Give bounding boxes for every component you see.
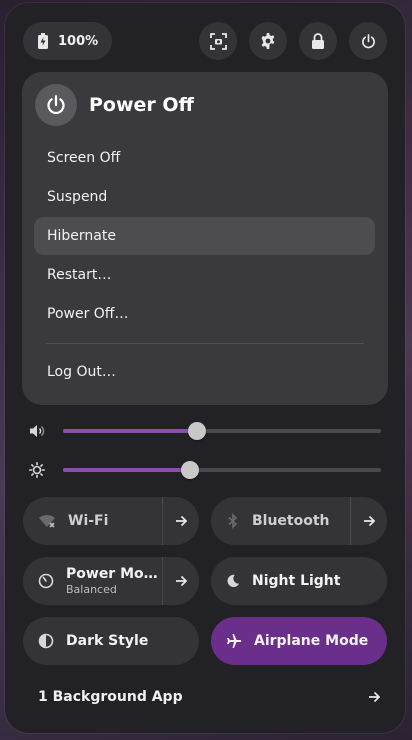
wifi-off-icon xyxy=(39,514,55,528)
airplane-mode-toggle[interactable]: Airplane Mode xyxy=(211,617,387,665)
airplane-icon xyxy=(227,634,242,648)
power-off-menu-title: Power Off xyxy=(89,94,194,116)
power-mode-menu-arrow[interactable] xyxy=(162,557,199,605)
volume-slider-fill xyxy=(63,429,197,433)
bluetooth-menu-arrow[interactable] xyxy=(350,497,387,545)
dark-style-toggle[interactable]: Dark Style xyxy=(23,617,199,665)
battery-percentage: 100% xyxy=(58,33,99,49)
background-apps-label: 1 Background App xyxy=(38,689,183,705)
power-mode-toggle-main[interactable]: Power Mo… Balanced xyxy=(23,557,162,605)
brightness-slider[interactable] xyxy=(63,461,381,479)
power-mode-gauge-icon xyxy=(38,573,54,589)
power-button[interactable] xyxy=(349,22,387,60)
power-mode-subtitle: Balanced xyxy=(66,583,117,596)
battery-icon xyxy=(38,33,48,49)
brightness-slider-handle[interactable] xyxy=(181,461,200,479)
arrow-right-icon xyxy=(176,575,187,587)
menu-separator xyxy=(46,343,364,344)
wifi-toggle-main[interactable]: Wi-Fi xyxy=(23,497,162,545)
bluetooth-toggle[interactable]: Bluetooth xyxy=(211,497,387,545)
menu-item-hibernate[interactable]: Hibernate xyxy=(34,217,375,255)
power-mode-label: Power Mo… xyxy=(66,566,158,582)
volume-slider[interactable] xyxy=(63,422,381,440)
power-off-menu-icon xyxy=(35,84,77,126)
dark-style-icon xyxy=(38,633,54,649)
menu-item-label: Power Off… xyxy=(47,306,129,322)
power-icon xyxy=(47,95,65,115)
bluetooth-label: Bluetooth xyxy=(252,513,330,529)
power-mode-toggle[interactable]: Power Mo… Balanced xyxy=(23,557,199,605)
airplane-mode-toggle-main[interactable]: Airplane Mode xyxy=(211,617,387,665)
screenshot-icon xyxy=(209,32,227,50)
power-mode-text: Power Mo… Balanced xyxy=(66,566,158,596)
dark-style-label: Dark Style xyxy=(66,633,149,649)
night-light-toggle-main[interactable]: Night Light xyxy=(211,557,387,605)
menu-item-label: Restart… xyxy=(47,267,112,283)
night-light-toggle[interactable]: Night Light xyxy=(211,557,387,605)
menu-item-log-out[interactable]: Log Out… xyxy=(34,353,375,391)
menu-item-screen-off[interactable]: Screen Off xyxy=(34,139,375,177)
wifi-toggle[interactable]: Wi-Fi xyxy=(23,497,199,545)
arrow-right-icon xyxy=(176,515,187,527)
quick-settings-panel: 100% Power Off Screen Off Suspend Hibern… xyxy=(5,3,405,733)
menu-item-restart[interactable]: Restart… xyxy=(34,256,375,294)
bluetooth-toggle-main[interactable]: Bluetooth xyxy=(211,497,350,545)
arrow-right-icon xyxy=(364,515,375,527)
bluetooth-off-icon xyxy=(228,513,238,529)
lock-icon xyxy=(312,33,324,49)
power-off-menu-header: Power Off xyxy=(35,84,194,126)
screenshot-button[interactable] xyxy=(199,22,237,60)
power-off-menu: Power Off Screen Off Suspend Hibernate R… xyxy=(22,72,388,405)
wifi-label: Wi-Fi xyxy=(68,513,109,529)
dark-style-toggle-main[interactable]: Dark Style xyxy=(23,617,199,665)
volume-slider-handle[interactable] xyxy=(187,422,206,440)
menu-item-power-off[interactable]: Power Off… xyxy=(34,295,375,333)
wifi-menu-arrow[interactable] xyxy=(162,497,199,545)
battery-indicator[interactable]: 100% xyxy=(23,22,112,60)
lock-button[interactable] xyxy=(299,22,337,60)
moon-icon xyxy=(227,574,240,588)
brightness-icon xyxy=(29,462,45,478)
menu-item-label: Screen Off xyxy=(47,150,121,166)
settings-button[interactable] xyxy=(249,22,287,60)
night-light-label: Night Light xyxy=(252,573,341,589)
arrow-right-icon xyxy=(369,691,380,703)
settings-icon xyxy=(261,33,275,49)
menu-item-label: Log Out… xyxy=(47,364,116,380)
speaker-icon[interactable] xyxy=(29,423,45,439)
menu-item-suspend[interactable]: Suspend xyxy=(34,178,375,216)
background-apps-row[interactable]: 1 Background App xyxy=(38,677,380,717)
power-icon xyxy=(361,33,375,48)
airplane-mode-label: Airplane Mode xyxy=(254,633,369,649)
menu-item-label: Hibernate xyxy=(47,228,116,244)
menu-item-label: Suspend xyxy=(47,189,108,205)
brightness-slider-fill xyxy=(63,468,191,472)
